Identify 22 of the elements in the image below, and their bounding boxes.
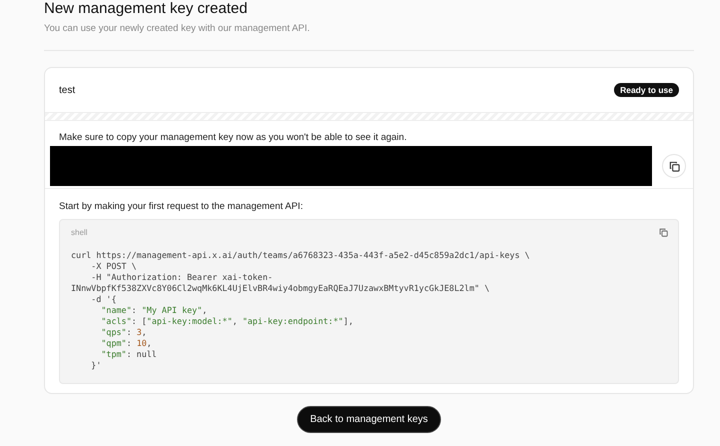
code-line: INnwVbpfKf538ZXVc8Y06Cl2wqMk6KL4UjElvBR4wiy4obmgyEaRQEaJ7UzawxBMtyvR1ycGkJE8L2lm" \: [71, 283, 491, 294]
intro-text: Start by making your first request to the management API:: [59, 201, 304, 212]
code-line: -d '{: [90, 294, 118, 305]
code-language: shell: [71, 228, 88, 237]
page-title: New management key created: [44, 0, 248, 18]
copy-button[interactable]: [662, 154, 686, 178]
code-line: "acls": ["api-key:model:*", "api-key:endpoint:*"],: [100, 316, 354, 327]
code-line: }': [90, 360, 102, 371]
code-line: -H "Authorization: Bearer xai-token-: [90, 272, 274, 283]
code-line: curl https://management-api.x.ai/auth/teams/a6768323-435a-443f-a5e2-d45c859a2dc1/api-keys \: [71, 250, 531, 261]
copy-notice: Make sure to copy your management key now as you won't be able to see it again.: [58, 132, 408, 143]
page-subtitle: You can use your newly created key with our management API.: [44, 23, 311, 34]
code-line: "tpm": null: [100, 349, 158, 360]
code-line: "qps": 3,: [100, 327, 148, 338]
code-line: "qpm": 10,: [100, 338, 153, 349]
status-badge: Ready to use: [614, 83, 679, 97]
copy-icon: [668, 160, 680, 172]
key-name: test: [59, 84, 76, 96]
back-button[interactable]: Back to management keys: [297, 406, 441, 433]
code-line: "name": "My API key",: [100, 305, 208, 316]
copy-icon[interactable]: [659, 228, 668, 237]
code-line: -X POST \: [90, 261, 138, 272]
